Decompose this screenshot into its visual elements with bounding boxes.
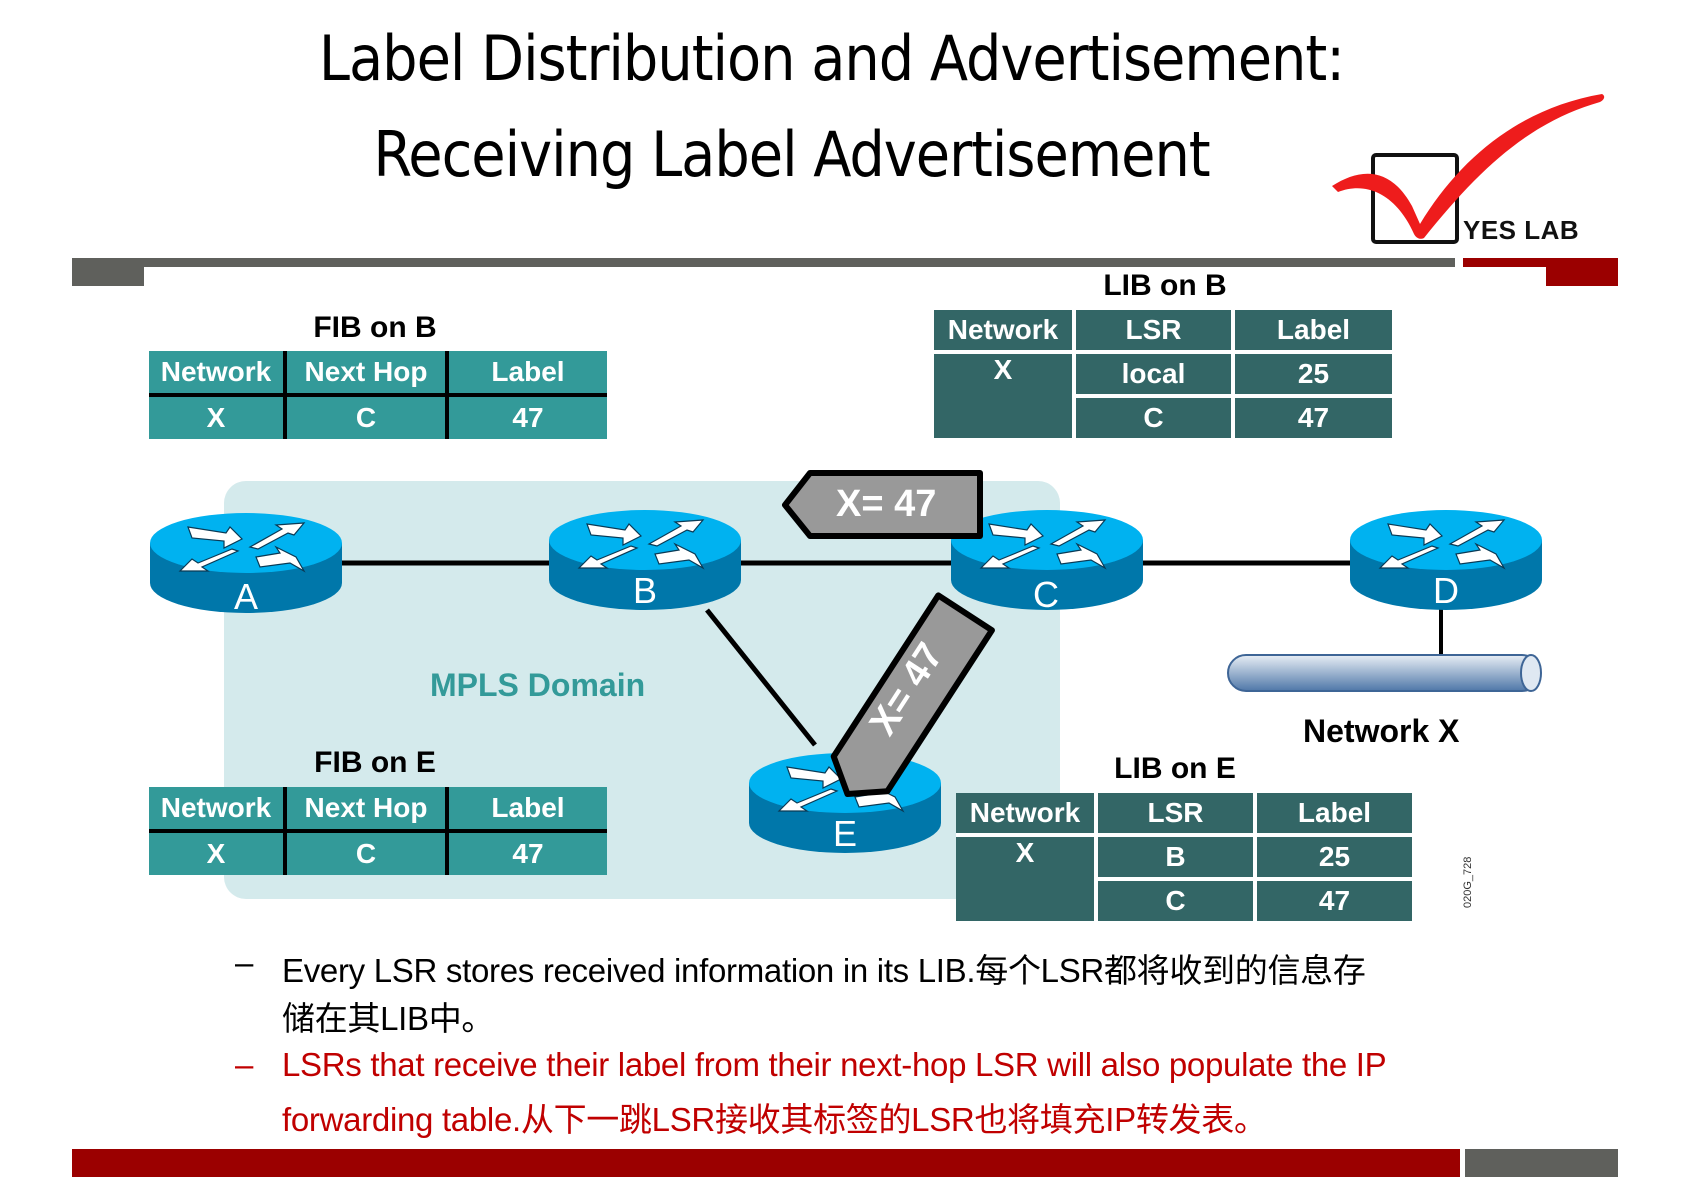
fib-on-e-title: FIB on E [314,746,436,779]
bullet-1-line-2: 储在其LIB中。 [282,1000,495,1037]
link-b-e [705,608,817,747]
table-row: X B 25 [956,835,1412,879]
lib-e-header-label: Label [1253,793,1412,837]
fib-e-header-label: Label [445,787,607,833]
router-c-label: C [1033,574,1059,615]
bottom-bar-red [72,1149,1460,1177]
lib-e-header-lsr: LSR [1094,793,1255,837]
bullet-dash-2: – [235,1046,254,1083]
lib-on-e-title: LIB on E [1114,752,1236,785]
fib-e-header-next-hop: Next Hop [283,787,447,833]
fib-on-e-table: Network Next Hop Label X C 47 [149,787,607,875]
lib-e-cell-lsr: C [1094,877,1255,921]
advert-text-to-b: X= 47 [836,483,937,525]
network-x-segment-icon [1227,654,1542,692]
fib-e-cell-network: X [206,838,226,869]
figure-id: 020G_728 [1462,856,1474,908]
bullet-1-line-1: Every LSR stores received information in… [282,952,1366,989]
bullet-dash-1: – [235,944,254,981]
router-a-label: A [233,576,258,617]
router-b-label: B [632,570,657,611]
lib-on-e-table: Network LSR Label X B 25 C 47 [956,793,1412,921]
fib-e-cell-next-hop: C [283,831,447,875]
lib-e-cell-lsr: B [1094,835,1255,879]
table-row: X C 47 [149,831,607,875]
bullet-2-line-2: forwarding table.从下一跳LSR接收其标签的LSR也将填充IP转… [282,1101,1267,1138]
router-d-label: D [1433,570,1459,611]
lib-e-header-network: Network [956,793,1096,837]
network-x-label: Network X [1303,713,1460,749]
router-e-label: E [832,813,857,854]
lib-e-cell-label: 25 [1253,835,1412,879]
lib-e-cell-label: 47 [1253,877,1412,921]
fib-e-header-network: Network [149,787,285,833]
bullet-2-line-1: LSRs that receive their label from their… [282,1046,1387,1083]
fib-e-cell-label: 47 [445,831,607,875]
lib-e-cell-network: X [1015,837,1035,868]
bottom-bar-grey [1465,1149,1618,1177]
